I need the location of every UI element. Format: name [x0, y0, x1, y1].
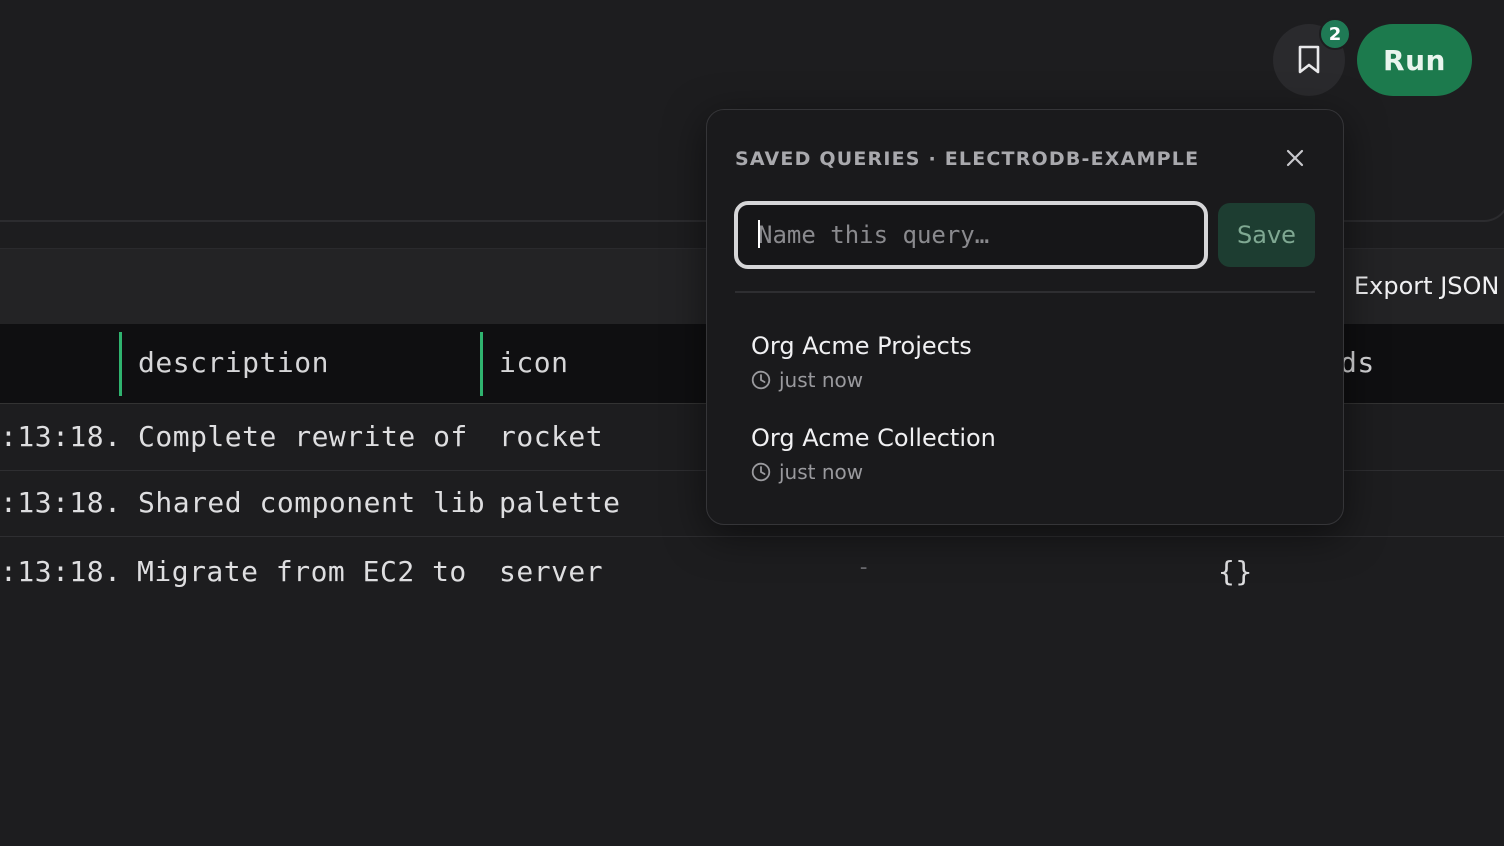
saved-query-time-label: just now [779, 460, 864, 484]
saved-queries-popover: SAVED QUERIES · ELECTRODB-EXAMPLE Save O… [706, 109, 1344, 525]
cell-timestamp: :13:18.( [0, 555, 122, 588]
close-icon [1286, 149, 1304, 167]
cell-timestamp: :13:18.( [0, 486, 122, 519]
cell-description: Complete rewrite of t [138, 420, 484, 453]
column-header-icon[interactable]: icon [499, 346, 568, 379]
saved-query-item[interactable]: Org Acme Collection just now [751, 424, 996, 484]
saved-query-time: just now [751, 460, 996, 484]
column-header-fields[interactable]: ds [1340, 346, 1375, 379]
close-button[interactable] [1281, 144, 1309, 172]
cell-icon: palette [499, 486, 621, 519]
cell-json: {} [1218, 555, 1253, 588]
cell-description: Migrate from EC2 to E [137, 555, 483, 588]
saved-query-time: just now [751, 368, 972, 392]
clock-icon [751, 462, 771, 482]
run-button[interactable]: Run [1357, 24, 1472, 96]
saved-query-name: Org Acme Projects [751, 332, 972, 360]
popover-title: SAVED QUERIES · ELECTRODB-EXAMPLE [735, 148, 1200, 170]
query-name-input[interactable] [734, 201, 1208, 269]
cell-timestamp: :13:18.( [0, 420, 122, 453]
column-resize-handle[interactable] [119, 332, 122, 396]
save-button[interactable]: Save [1218, 203, 1315, 267]
divider [735, 291, 1315, 293]
saved-query-time-label: just now [779, 368, 864, 392]
cell-description: Shared component libr [138, 486, 484, 519]
clock-icon [751, 370, 771, 390]
column-resize-handle[interactable] [480, 332, 483, 396]
cell-icon: server [499, 555, 604, 588]
saved-count-badge: 2 [1319, 18, 1351, 50]
cell-empty: - [857, 555, 871, 580]
text-caret [758, 220, 760, 248]
export-json-button[interactable]: Export JSON [1354, 272, 1499, 300]
cell-icon: rocket [499, 420, 604, 453]
column-header-description[interactable]: description [138, 346, 329, 379]
bookmark-icon [1298, 45, 1320, 74]
saved-query-item[interactable]: Org Acme Projects just now [751, 332, 972, 392]
table-row[interactable]: :13:18.( Migrate from EC2 to E server - … [0, 537, 1504, 603]
saved-query-name: Org Acme Collection [751, 424, 996, 452]
